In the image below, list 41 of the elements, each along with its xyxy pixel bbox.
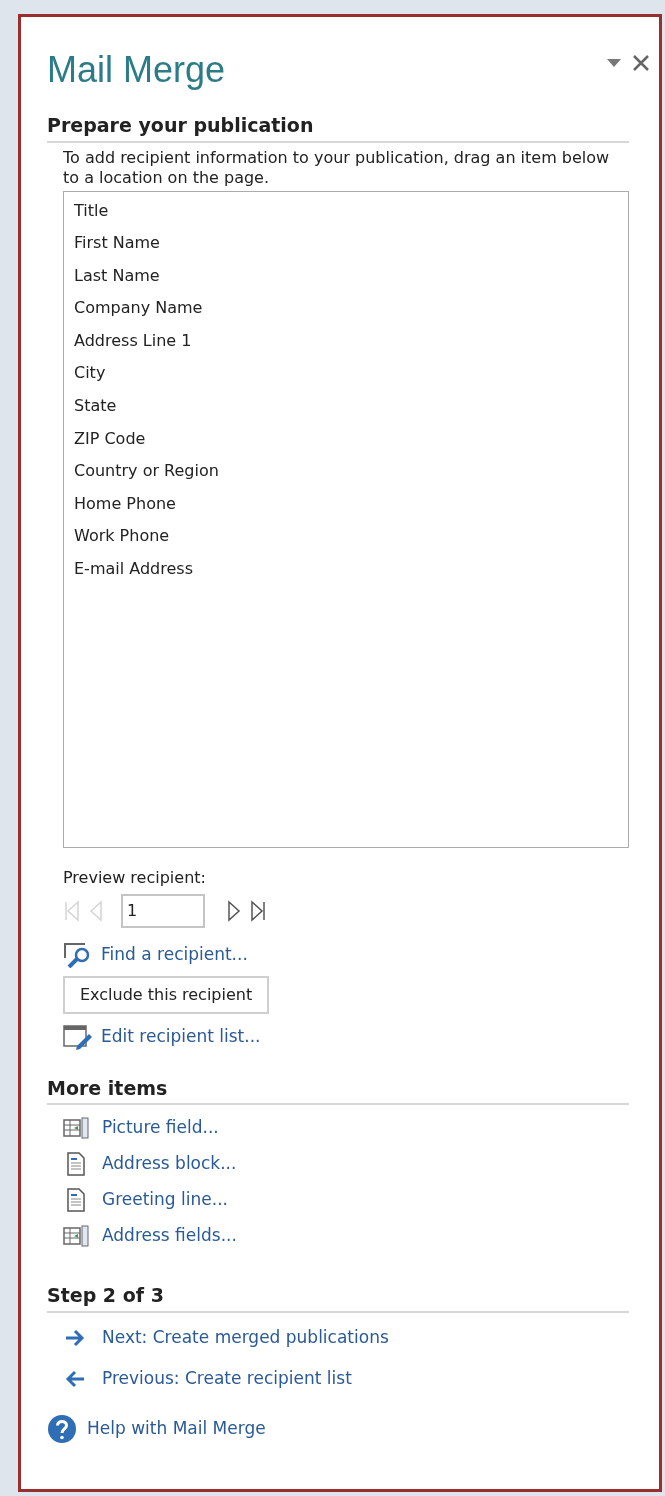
edit-recipient-list-link[interactable]: Edit recipient list... bbox=[101, 1023, 261, 1050]
field-item[interactable]: Company Name bbox=[74, 295, 203, 328]
section-heading: More items bbox=[47, 1075, 169, 1101]
help-link[interactable]: Help with Mail Merge bbox=[87, 1415, 266, 1442]
field-item[interactable]: Title bbox=[74, 197, 109, 231]
field-item[interactable]: Last Name bbox=[74, 262, 160, 296]
more-item-link[interactable]: Picture field... bbox=[102, 1115, 219, 1141]
close-icon[interactable] bbox=[633, 55, 649, 71]
exclude-recipient-button[interactable]: Exclude this recipient bbox=[63, 975, 270, 1014]
field-item[interactable]: City bbox=[74, 360, 106, 394]
field-item[interactable]: Work Phone bbox=[74, 523, 170, 557]
next-record-icon[interactable] bbox=[225, 898, 243, 923]
more-item-link[interactable]: Address fields... bbox=[102, 1223, 237, 1249]
document-icon bbox=[66, 1188, 86, 1212]
more-item-link[interactable]: Greeting line... bbox=[102, 1187, 228, 1213]
field-item[interactable]: First Name bbox=[74, 230, 160, 263]
last-record-icon[interactable] bbox=[249, 898, 267, 923]
table-icon bbox=[63, 1225, 89, 1247]
field-item[interactable]: E-mail Address bbox=[74, 556, 193, 589]
field-item[interactable]: ZIP Code bbox=[74, 425, 146, 459]
document-icon bbox=[66, 1152, 86, 1176]
left-arrow-icon bbox=[64, 1368, 86, 1389]
step-link[interactable]: Next: Create merged publications bbox=[102, 1324, 389, 1351]
record-number-field[interactable]: 1 bbox=[121, 893, 205, 928]
edit-list-icon bbox=[63, 1023, 93, 1050]
instructions: To add recipient information to your publication, drag an item below to a location on the page. bbox=[63, 147, 611, 188]
section-heading: Prepare your publication bbox=[47, 113, 315, 138]
dropdown-caret-icon[interactable] bbox=[607, 59, 621, 67]
pane-title: Mail Merge bbox=[47, 48, 226, 92]
more-item-link[interactable]: Address block... bbox=[102, 1151, 237, 1177]
table-icon bbox=[63, 1117, 89, 1139]
field-item[interactable]: State bbox=[74, 393, 117, 426]
step-link[interactable]: Previous: Create recipient list bbox=[102, 1365, 352, 1392]
field-item[interactable]: Address Line 1 bbox=[74, 327, 192, 361]
help-icon bbox=[47, 1413, 77, 1444]
field-item[interactable]: Country or Region bbox=[74, 458, 219, 491]
preview-label: Preview recipient: bbox=[63, 866, 207, 889]
find-recipient-link[interactable]: Find a recipient... bbox=[101, 941, 248, 968]
field-item[interactable]: Home Phone bbox=[74, 490, 176, 524]
right-arrow-icon bbox=[64, 1327, 86, 1348]
section-heading: Step 2 of 3 bbox=[47, 1283, 165, 1308]
